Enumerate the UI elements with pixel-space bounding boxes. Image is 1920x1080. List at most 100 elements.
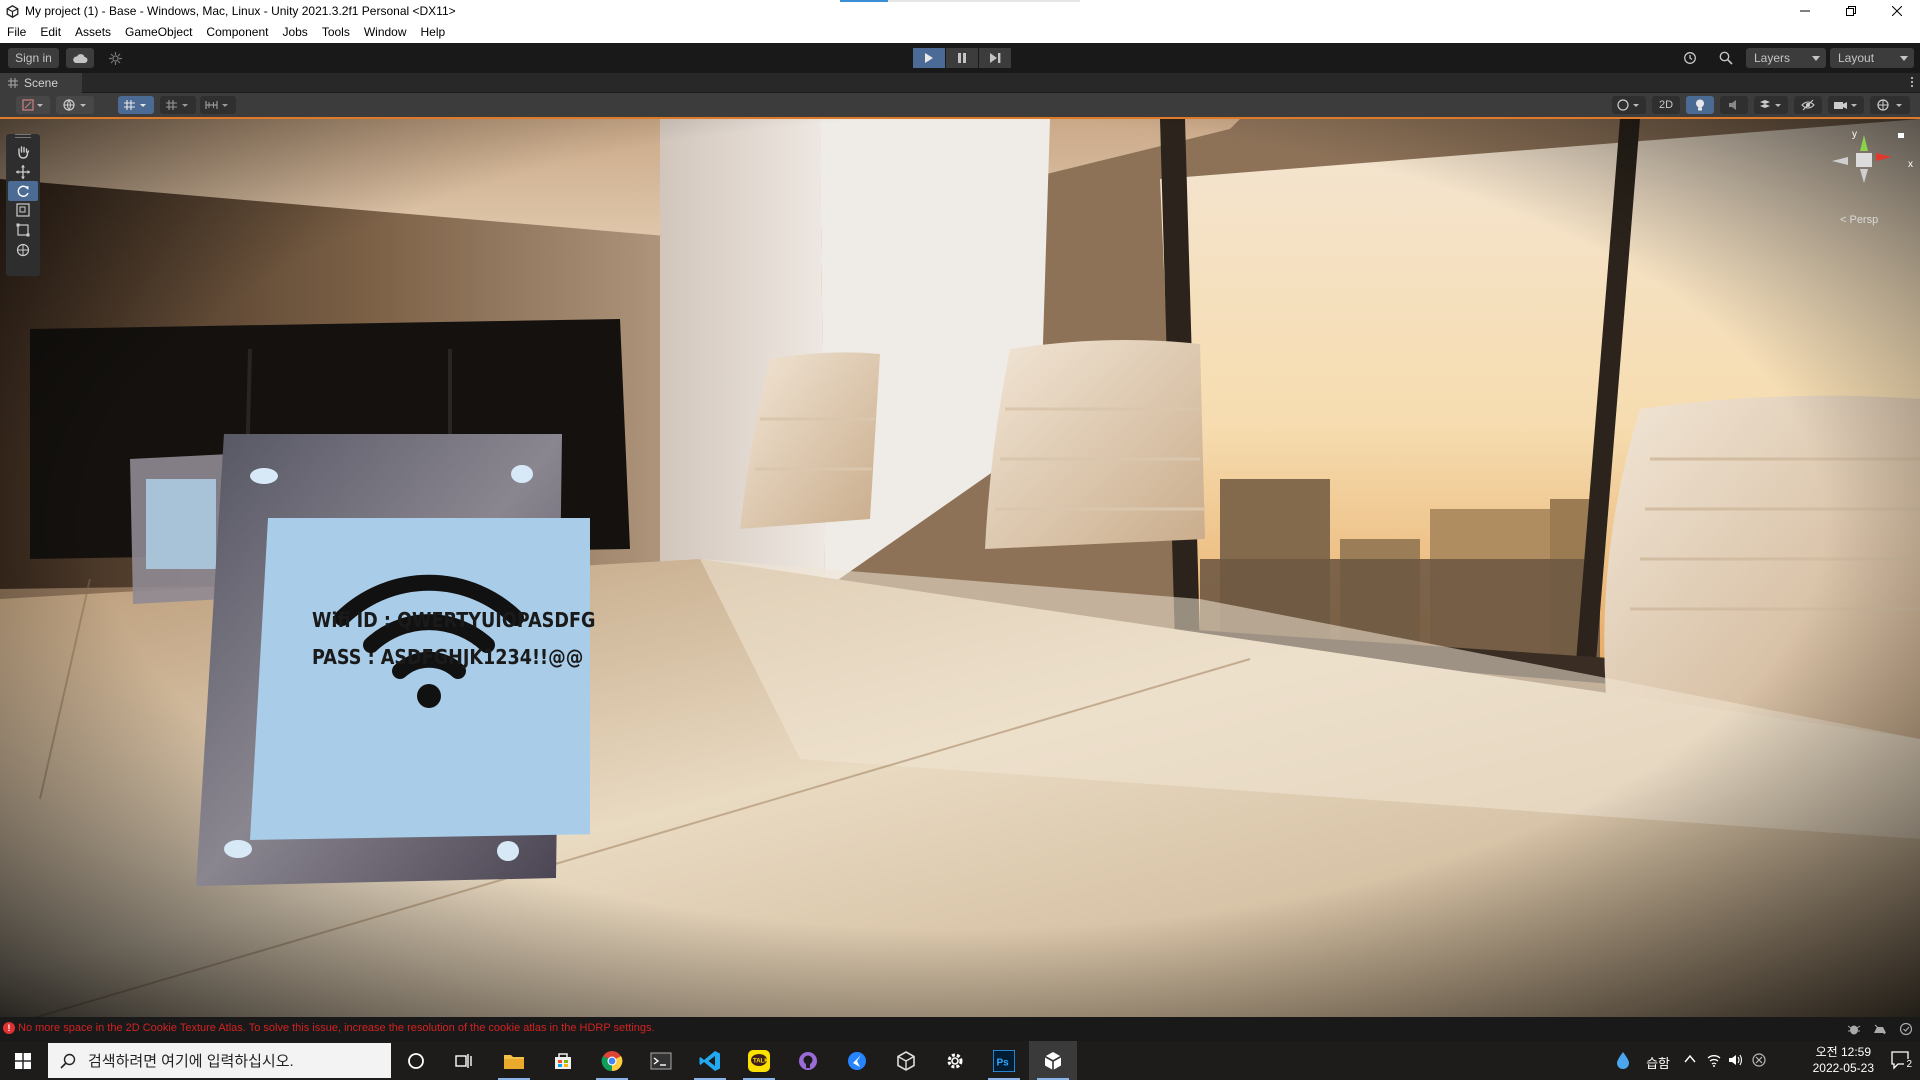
effects-icon: [1760, 100, 1781, 108]
restore-icon: [1846, 6, 1856, 16]
play-icon: [925, 53, 933, 63]
file-explorer-button[interactable]: [490, 1041, 538, 1080]
grid-snapping-toggle[interactable]: [118, 96, 154, 114]
gizmos-dropdown[interactable]: [1870, 96, 1910, 114]
projection-label[interactable]: < Persp: [1840, 214, 1878, 226]
menu-gameobject[interactable]: GameObject: [118, 22, 199, 43]
cloud-button[interactable]: [66, 48, 94, 68]
2d-toggle-button[interactable]: 2D: [1652, 96, 1680, 114]
camera-settings-dropdown[interactable]: [1828, 96, 1864, 114]
volume-icon[interactable]: [1728, 1053, 1744, 1070]
rotate-tool-button[interactable]: [8, 181, 38, 201]
step-button[interactable]: [979, 48, 1011, 68]
baking-status-icon[interactable]: [1872, 1022, 1888, 1036]
unity-editor-button[interactable]: [1029, 1041, 1077, 1080]
tools-panel-grip[interactable]: [15, 134, 31, 138]
sign-password: PASS : ASDFGHJK1234!!@@: [312, 645, 584, 669]
chrome-button[interactable]: [588, 1041, 636, 1080]
scene-grid-icon: [8, 78, 18, 88]
scene-lighting-toggle[interactable]: [1686, 96, 1714, 114]
undo-history-button[interactable]: [1676, 48, 1704, 68]
cortana-button[interactable]: [392, 1041, 440, 1080]
hand-tool-button[interactable]: [8, 142, 38, 162]
ime-status-icon[interactable]: [1752, 1053, 1766, 1070]
unity-hub-button[interactable]: [882, 1041, 930, 1080]
menu-edit[interactable]: Edit: [33, 22, 68, 43]
error-icon: !: [3, 1022, 15, 1034]
menu-jobs[interactable]: Jobs: [275, 22, 314, 43]
effects-dropdown[interactable]: [1754, 96, 1788, 114]
task-view-button[interactable]: [440, 1041, 488, 1080]
orientation-gizmo[interactable]: y x: [1830, 127, 1914, 227]
notification-center-button[interactable]: 2: [1890, 1049, 1914, 1071]
rotate-icon: [17, 185, 29, 197]
taskbar-search-input[interactable]: 검색하려면 여기에 입력하십시오.: [48, 1043, 391, 1078]
unity-hub-icon: [897, 1050, 915, 1071]
taskbar-clock[interactable]: 오전 12:59 2022-05-23: [1813, 1044, 1874, 1076]
github-desktop-button[interactable]: [784, 1041, 832, 1080]
progress-status-icon[interactable]: [1898, 1022, 1914, 1036]
vscode-button[interactable]: [686, 1041, 734, 1080]
menu-assets[interactable]: Assets: [68, 22, 118, 43]
collab-icon: [108, 51, 122, 65]
scene-viewport[interactable]: Wifi ID : QWERTYUIOPASDFG PASS : ASDFGHJ…: [0, 117, 1920, 1017]
kakaotalk-icon: TALK: [748, 1049, 770, 1072]
chevron-down-icon: [1900, 55, 1908, 61]
cortana-icon: [408, 1052, 424, 1069]
step-icon: [989, 53, 1000, 63]
terminal-icon: [650, 1052, 672, 1069]
collab-button[interactable]: [101, 48, 129, 68]
network-icon[interactable]: [1706, 1053, 1722, 1070]
increment-snap-icon: [205, 101, 228, 109]
layers-dropdown[interactable]: Layers: [1746, 48, 1826, 68]
lightmap-icon: [1874, 1024, 1886, 1035]
kakaotalk-button[interactable]: TALK: [735, 1041, 783, 1080]
sign-in-button[interactable]: Sign in: [8, 48, 59, 68]
menu-window[interactable]: Window: [357, 22, 414, 43]
play-button[interactable]: [913, 48, 945, 68]
shading-mode-dropdown[interactable]: [1612, 96, 1646, 114]
gear-icon: [947, 1053, 963, 1068]
draw-mode-dropdown[interactable]: [16, 96, 50, 114]
menu-help[interactable]: Help: [414, 22, 453, 43]
search-icon: [60, 1053, 76, 1069]
menu-bar: File Edit Assets GameObject Component Jo…: [0, 22, 1920, 43]
sourcetree-button[interactable]: [833, 1041, 881, 1080]
increment-snap-dropdown[interactable]: [200, 96, 236, 114]
photoshop-button[interactable]: Ps: [980, 1041, 1028, 1080]
debug-mode-icon[interactable]: [1846, 1022, 1862, 1036]
rect-tool-button[interactable]: [8, 220, 38, 240]
move-tool-button[interactable]: [8, 162, 38, 182]
terminal-button[interactable]: [637, 1041, 685, 1080]
menu-component[interactable]: Component: [199, 22, 275, 43]
notification-count: 2: [1904, 1059, 1914, 1070]
weather-text[interactable]: 습함: [1646, 1053, 1670, 1072]
transform-tool-button[interactable]: [8, 240, 38, 260]
layout-label: Layout: [1838, 51, 1875, 65]
pause-button[interactable]: [946, 48, 978, 68]
scale-tool-button[interactable]: [8, 200, 38, 220]
search-button[interactable]: [1712, 48, 1740, 68]
minimize-button[interactable]: [1782, 0, 1828, 22]
close-button[interactable]: [1874, 0, 1920, 22]
console-error-message[interactable]: No more space in the 2D Cookie Texture A…: [18, 1022, 655, 1034]
start-button[interactable]: [0, 1041, 46, 1080]
scene-visibility-toggle[interactable]: [1794, 96, 1822, 114]
microsoft-store-button[interactable]: [539, 1041, 587, 1080]
tab-scene[interactable]: Scene: [0, 73, 82, 93]
menu-file[interactable]: File: [0, 22, 33, 43]
grid-visibility-dropdown[interactable]: [160, 96, 196, 114]
global-local-dropdown[interactable]: [56, 96, 94, 114]
restore-button[interactable]: [1828, 0, 1874, 22]
menu-tools[interactable]: Tools: [315, 22, 357, 43]
console-status-bar[interactable]: ! No more space in the 2D Cookie Texture…: [0, 1017, 1920, 1041]
layers-label: Layers: [1754, 51, 1791, 65]
settings-button[interactable]: [931, 1041, 979, 1080]
audio-toggle[interactable]: [1720, 96, 1748, 114]
tab-menu-button[interactable]: [1910, 76, 1914, 91]
show-hidden-icons-button[interactable]: [1684, 1053, 1696, 1067]
layout-dropdown[interactable]: Layout: [1830, 48, 1914, 68]
main-toolbar: Sign in Layers Layout: [0, 43, 1920, 73]
weather-icon[interactable]: [1616, 1051, 1630, 1072]
vscode-icon: [699, 1050, 720, 1071]
